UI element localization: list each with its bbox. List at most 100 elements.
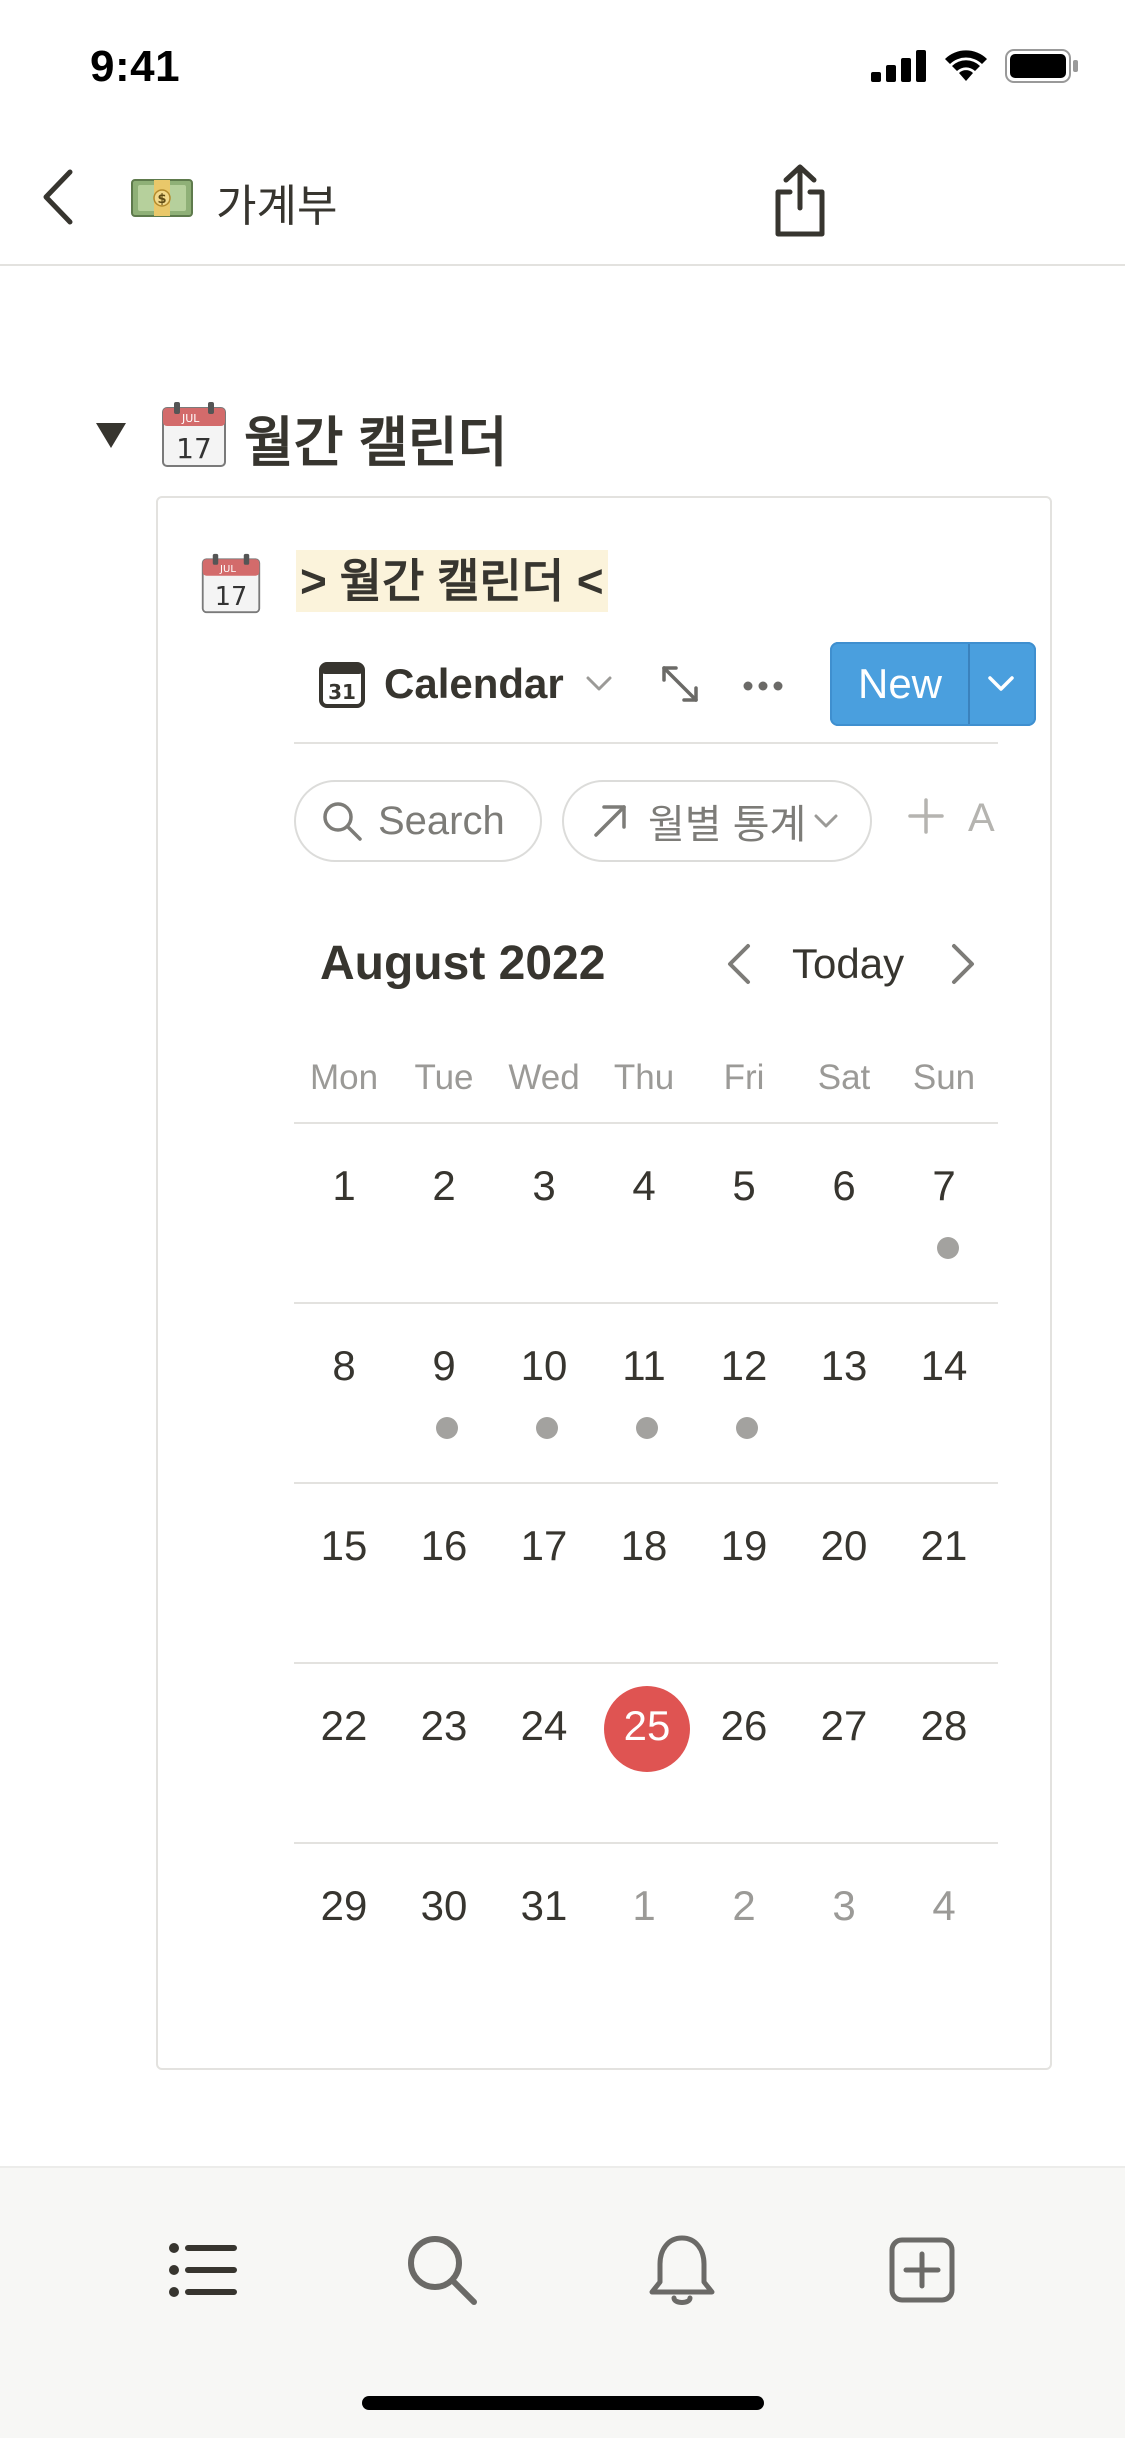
nav-divider: [0, 264, 1125, 266]
new-button[interactable]: New: [830, 642, 970, 726]
new-options-chevron-icon[interactable]: [986, 674, 1016, 694]
calendar-emoji-icon: JUL 17: [162, 402, 226, 467]
today-button[interactable]: Today: [792, 940, 904, 988]
chevron-down-icon[interactable]: [586, 676, 612, 692]
more-options-icon[interactable]: [742, 680, 784, 692]
entry-indicator-dot: [436, 1417, 458, 1439]
previous-month-icon[interactable]: [722, 942, 756, 986]
calendar-day-today[interactable]: 25: [597, 1702, 697, 1750]
expand-icon[interactable]: [660, 664, 700, 704]
month-title: August 2022: [320, 937, 606, 990]
new-page-icon[interactable]: [882, 2230, 962, 2310]
weekday-label: Mon: [309, 1058, 379, 1097]
calendar-day[interactable]: 10: [494, 1342, 594, 1390]
search-icon: [323, 802, 362, 841]
share-icon: [775, 164, 825, 237]
calendar-database-card: [156, 496, 1052, 2070]
calendar-day[interactable]: 22: [294, 1702, 394, 1750]
calendar-day[interactable]: 29: [294, 1882, 394, 1930]
search-icon[interactable]: [402, 2230, 482, 2310]
week-divider: [294, 1842, 998, 1844]
weekday-label: Tue: [414, 1058, 474, 1097]
calendar-day[interactable]: 24: [494, 1702, 594, 1750]
week-divider: [294, 1662, 998, 1664]
chevron-down-icon: [814, 814, 838, 828]
chevron-left-icon: [43, 169, 73, 225]
entry-indicator-dot: [937, 1237, 959, 1259]
home-indicator: [362, 2396, 764, 2410]
weekday-label: Thu: [613, 1058, 675, 1097]
calendar-day[interactable]: 8: [294, 1342, 394, 1390]
calendar-day[interactable]: 5: [694, 1162, 794, 1210]
calendar-day[interactable]: 18: [594, 1522, 694, 1570]
section-title: 월간 캘린더: [244, 413, 508, 473]
calendar-day[interactable]: 21: [894, 1522, 994, 1570]
calendar-day[interactable]: 7: [894, 1162, 994, 1210]
linked-view-label: 월별 통계: [648, 803, 807, 847]
wifi-icon: [945, 50, 987, 81]
calendar-day[interactable]: 30: [394, 1882, 494, 1930]
toggle-triangle-icon[interactable]: [94, 420, 128, 450]
page-title: 가계부: [216, 182, 338, 231]
next-month-icon[interactable]: [946, 942, 980, 986]
calendar-day[interactable]: 14: [894, 1342, 994, 1390]
weekday-label: Sun: [912, 1058, 976, 1097]
linked-view-chip[interactable]: 월별 통계: [562, 780, 872, 862]
calendar-day[interactable]: 20: [794, 1522, 894, 1570]
calendar-day[interactable]: 3: [494, 1162, 594, 1210]
calendar-day[interactable]: 2: [394, 1162, 494, 1210]
new-button-divider: [968, 644, 970, 724]
calendar-day-next-month[interactable]: 1: [594, 1882, 694, 1930]
calendar-day[interactable]: 31: [494, 1882, 594, 1930]
week-divider: [294, 1122, 998, 1124]
calendar-day[interactable]: 23: [394, 1702, 494, 1750]
calendar-day[interactable]: 13: [794, 1342, 894, 1390]
cellular-signal-icon: [871, 50, 926, 82]
calendar-day[interactable]: 27: [794, 1702, 894, 1750]
list-icon[interactable]: [162, 2230, 242, 2310]
entry-indicator-dot: [636, 1417, 658, 1439]
arrow-up-right-icon: [594, 805, 626, 837]
search-chip-label: Search: [378, 798, 505, 843]
calendar-day[interactable]: 28: [894, 1702, 994, 1750]
view-selector[interactable]: Calendar: [384, 660, 564, 708]
calendar-day-next-month[interactable]: 4: [894, 1882, 994, 1930]
plus-icon[interactable]: [906, 796, 946, 836]
add-filter-label[interactable]: A: [968, 796, 998, 841]
svg-text:17: 17: [215, 582, 247, 612]
svg-text:JUL: JUL: [181, 412, 200, 425]
view-divider: [294, 742, 998, 744]
calendar-day[interactable]: 4: [594, 1162, 694, 1210]
week-divider: [294, 1482, 998, 1484]
calendar-day[interactable]: 6: [794, 1162, 894, 1210]
calendar-day[interactable]: 26: [694, 1702, 794, 1750]
calendar-day[interactable]: 9: [394, 1342, 494, 1390]
calendar-day-next-month[interactable]: 3: [794, 1882, 894, 1930]
calendar-day[interactable]: 1: [294, 1162, 394, 1210]
week-divider: [294, 1302, 998, 1304]
status-icons: [871, 46, 1079, 86]
calendar-view-icon[interactable]: 31: [318, 658, 366, 708]
bell-icon[interactable]: [642, 2230, 722, 2310]
calendar-day[interactable]: 12: [694, 1342, 794, 1390]
svg-text:17: 17: [176, 432, 212, 465]
back-button[interactable]: [30, 160, 86, 234]
calendar-day[interactable]: 15: [294, 1522, 394, 1570]
calendar-day[interactable]: 17: [494, 1522, 594, 1570]
calendar-day[interactable]: 11: [594, 1342, 694, 1390]
database-title[interactable]: > 월간 캘린더 <: [296, 550, 608, 612]
calendar-day-next-month[interactable]: 2: [694, 1882, 794, 1930]
calendar-day[interactable]: 16: [394, 1522, 494, 1570]
calendar-day[interactable]: 19: [694, 1522, 794, 1570]
weekday-label: Fri: [723, 1058, 765, 1097]
money-emoji-icon: $: [131, 179, 193, 217]
entry-indicator-dot: [736, 1417, 758, 1439]
svg-text:$: $: [157, 192, 166, 207]
status-time: 9:41: [90, 42, 181, 91]
weekday-label: Sat: [817, 1058, 871, 1097]
share-button[interactable]: [768, 162, 832, 240]
search-chip[interactable]: Search: [294, 780, 542, 862]
weekday-label: Wed: [508, 1058, 580, 1097]
svg-text:JUL: JUL: [219, 564, 236, 575]
entry-indicator-dot: [536, 1417, 558, 1439]
